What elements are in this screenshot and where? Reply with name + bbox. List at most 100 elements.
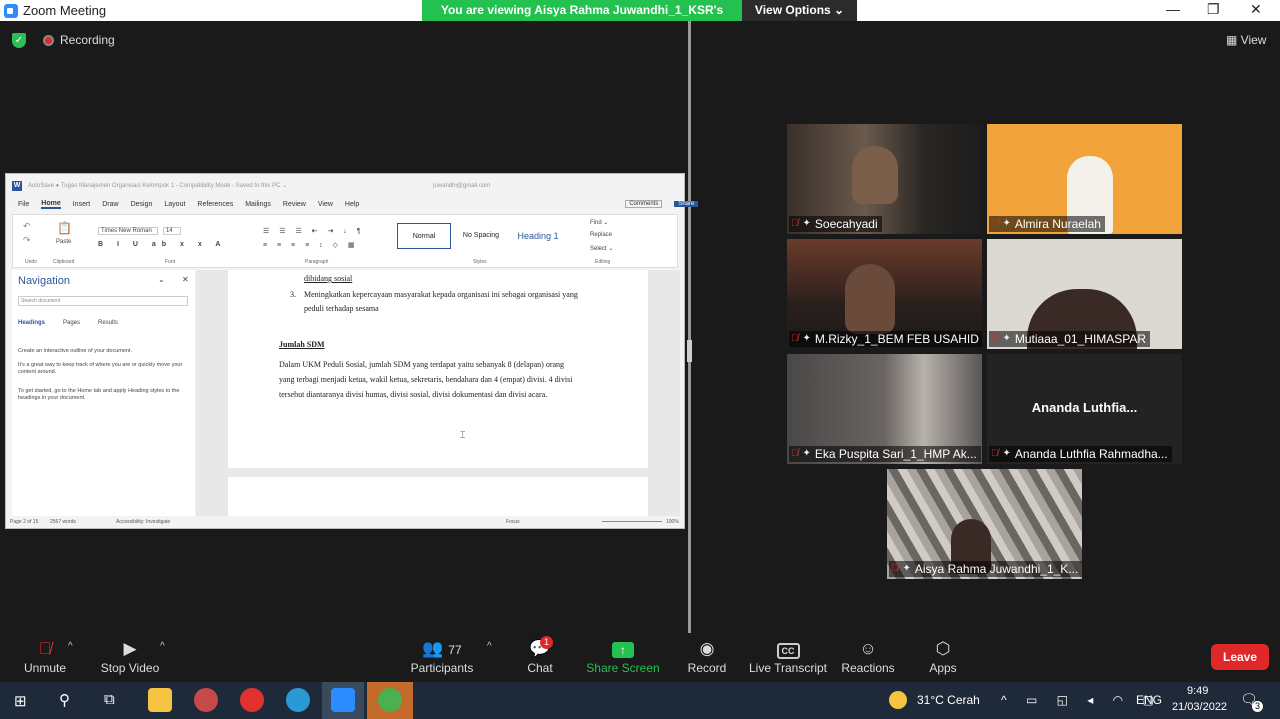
app-icon[interactable]: [194, 688, 218, 712]
file-explorer-icon[interactable]: [148, 688, 172, 712]
status-zoom[interactable]: 100%: [666, 519, 679, 525]
navigation-tabs: Headings Pages Results: [18, 320, 118, 326]
tab-results[interactable]: Results: [98, 320, 118, 326]
unmute-button[interactable]: 🎙̸ Unmute: [0, 637, 90, 675]
menu-review[interactable]: Review: [283, 201, 306, 208]
search-icon[interactable]: ⚲: [59, 691, 70, 709]
video-tile[interactable]: 🎙̸ ✦ Aisya Rahma Juwandhi_1_K...: [887, 469, 1082, 579]
paste-icon[interactable]: 📋: [57, 221, 72, 235]
list-icons[interactable]: ☰ ☰ ☰ ⇤ ⇥ ↓ ¶: [263, 227, 365, 235]
participant-name: Ananda Luthfia Rahmadha...: [1014, 447, 1168, 461]
font-format-icons[interactable]: B I U ab x x A: [98, 241, 226, 248]
record-button[interactable]: ◉ Record: [662, 637, 752, 675]
participants-caret-icon[interactable]: ^: [487, 641, 492, 652]
find-button[interactable]: Find ⌄: [590, 219, 608, 226]
menu-layout[interactable]: Layout: [164, 201, 185, 208]
doc-line-top: dibidang sosial: [304, 274, 353, 283]
mic-muted-icon: 🎙̸: [891, 563, 899, 574]
leave-button[interactable]: Leave: [1211, 644, 1269, 670]
share-screen-button[interactable]: ↑ Share Screen: [578, 637, 668, 675]
menu-insert[interactable]: Insert: [73, 201, 91, 208]
shared-screen-word[interactable]: W AutoSave ● Tugas Manajemen Organisasi …: [5, 173, 699, 529]
video-tile[interactable]: 🎙̸ ✦ Almira Nuraelah: [987, 124, 1182, 234]
status-focus[interactable]: Focus: [506, 519, 520, 525]
video-caret-icon[interactable]: ^: [160, 641, 165, 652]
edge-icon[interactable]: [286, 688, 310, 712]
chrome-icon[interactable]: [378, 688, 402, 712]
word-status-bar: Page 2 of 15 2567 words Accessibility: I…: [6, 516, 684, 528]
zoom-slider[interactable]: [602, 521, 662, 522]
encryption-shield-icon[interactable]: ✓: [12, 33, 26, 48]
redo-icon[interactable]: ↷: [23, 235, 31, 246]
zoom-taskbar-icon[interactable]: [331, 688, 355, 712]
windows-start-icon[interactable]: ⊞: [14, 692, 27, 710]
video-tile[interactable]: 🎙̸ ✦ Eka Puspita Sari_1_HMP Ak...: [787, 354, 982, 464]
split-divider[interactable]: [688, 21, 691, 633]
chat-button[interactable]: 💬 1 Chat: [495, 636, 585, 675]
restore-button[interactable]: ❐: [1207, 1, 1220, 18]
align-icons[interactable]: ≡ ≡ ≡ ≡ ↕ ◇ ▦: [263, 241, 359, 249]
chat-badge: 1: [540, 636, 553, 649]
video-tile[interactable]: Ananda Luthfia... 🎙̸ ✦ Ananda Luthfia Rahm…: [987, 354, 1182, 464]
participants-count: 77: [448, 643, 462, 657]
participants-label: Participants: [410, 661, 474, 675]
font-name-select[interactable]: Times New Roman: [98, 227, 158, 235]
replace-button[interactable]: Replace: [590, 232, 612, 238]
status-accessibility[interactable]: Accessibility: Investigate: [116, 519, 170, 525]
live-transcript-label: Live Transcript: [748, 661, 828, 675]
select-button[interactable]: Select ⌄: [590, 245, 613, 252]
apps-icon: ⬡: [935, 639, 951, 658]
close-button[interactable]: ✕: [1250, 1, 1262, 18]
minimize-button[interactable]: —: [1166, 1, 1180, 17]
participant-name: Soecahyadi: [814, 217, 878, 231]
recording-label[interactable]: Recording: [60, 33, 115, 47]
comments-button[interactable]: Comments: [625, 200, 663, 208]
doc-para-line-2: yang terbagi menjadi ketua, wakil ketua,…: [279, 375, 573, 384]
split-handle[interactable]: [687, 340, 692, 362]
weather-text[interactable]: 31°C Cerah: [917, 693, 980, 707]
nav-options-icon[interactable]: ⌄: [158, 275, 165, 284]
menu-file[interactable]: File: [18, 201, 29, 208]
video-tile[interactable]: 🎙̸ ✦ Soecahyadi: [787, 124, 982, 234]
opera-icon[interactable]: [240, 688, 264, 712]
audio-caret-icon[interactable]: ^: [68, 641, 73, 652]
status-words[interactable]: 2567 words: [50, 519, 76, 525]
navigation-help-text-2: It's a great way to keep track of where …: [18, 362, 183, 375]
apps-button[interactable]: ⬡ Apps: [898, 637, 988, 675]
group-paragraph: Paragraph: [305, 259, 329, 265]
clock-date[interactable]: 21/03/2022: [1172, 701, 1227, 713]
participants-button[interactable]: 👥 77 Participants: [397, 637, 487, 675]
chat-label: Chat: [527, 661, 553, 675]
navigation-help-text-1: Create an interactive outline of your do…: [18, 348, 133, 354]
tab-headings[interactable]: Headings: [18, 320, 45, 326]
document-page-2[interactable]: [228, 477, 648, 517]
undo-icon[interactable]: ↶: [23, 221, 31, 232]
nav-close-icon[interactable]: ✕: [182, 275, 189, 284]
task-view-icon[interactable]: ⧉: [104, 691, 115, 708]
navigation-search-input[interactable]: Search document: [18, 296, 188, 306]
font-size-select[interactable]: 14: [163, 227, 181, 235]
menu-references[interactable]: References: [197, 201, 233, 208]
style-no-spacing[interactable]: No Spacing: [454, 223, 508, 249]
menu-help[interactable]: Help: [345, 201, 359, 208]
status-page[interactable]: Page 2 of 15: [10, 519, 38, 525]
share-word-button[interactable]: Share: [674, 201, 699, 207]
language-indicator[interactable]: ENG: [1136, 693, 1162, 707]
menu-draw[interactable]: Draw: [102, 201, 118, 208]
tab-pages[interactable]: Pages: [63, 320, 80, 326]
menu-view[interactable]: View: [318, 201, 333, 208]
live-transcript-button[interactable]: CC Live Transcript: [743, 637, 833, 675]
view-options-button[interactable]: View Options ⌄: [742, 0, 857, 21]
style-heading-1[interactable]: Heading 1: [511, 223, 565, 249]
video-tile[interactable]: 🎙̸ ✦ Mutiaaa_01_HIMASPAR: [987, 239, 1182, 349]
participant-name: M.Rizky_1_BEM FEB USAHID: [814, 332, 979, 346]
view-button[interactable]: ▦ View: [1226, 33, 1266, 47]
menu-home[interactable]: Home: [41, 200, 61, 209]
menu-mailings[interactable]: Mailings: [245, 201, 271, 208]
clock-time[interactable]: 9:49: [1187, 685, 1208, 697]
style-normal[interactable]: Normal: [397, 223, 451, 249]
document-area[interactable]: dibidang sosial 3. Meningkatkan kepercay…: [196, 270, 680, 517]
menu-design[interactable]: Design: [131, 201, 153, 208]
video-tile[interactable]: 🎙̸ ✦ M.Rizky_1_BEM FEB USAHID: [787, 239, 982, 349]
document-page[interactable]: dibidang sosial 3. Meningkatkan kepercay…: [228, 270, 648, 468]
